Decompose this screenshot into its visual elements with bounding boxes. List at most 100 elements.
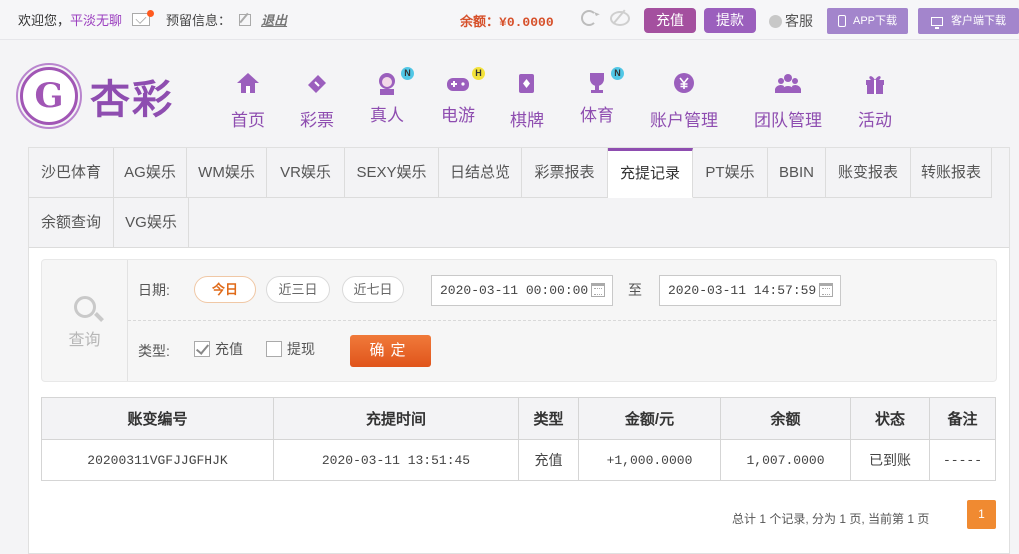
nav-label: 团队管理 bbox=[754, 111, 822, 130]
tab-bbin[interactable]: BBIN bbox=[768, 148, 826, 198]
nav-chess-cards[interactable]: 棋牌 bbox=[510, 71, 544, 131]
table-header-row: 账变编号 充提时间 类型 金额/元 余额 状态 备注 bbox=[41, 397, 996, 440]
nav-label: 真人 bbox=[370, 106, 404, 125]
search-icon bbox=[73, 296, 96, 318]
query-form: 查询 日期: 今日 近三日 近七日 2020-03-11 00:00:00 至 … bbox=[41, 259, 997, 382]
nav-sports[interactable]: N 体育 bbox=[580, 67, 624, 126]
page-button-current[interactable]: 1 bbox=[967, 500, 996, 529]
start-date-input[interactable]: 2020-03-11 00:00:00 bbox=[431, 275, 613, 306]
nav-promotions[interactable]: 活动 bbox=[858, 71, 892, 131]
col-balance[interactable]: 余额 bbox=[720, 397, 851, 440]
checkbox-checked[interactable] bbox=[194, 341, 210, 357]
col-time[interactable]: 充提时间 bbox=[273, 397, 519, 440]
cards-icon bbox=[519, 74, 534, 93]
nav-label: 体育 bbox=[580, 106, 614, 125]
nav-label: 活动 bbox=[858, 111, 892, 130]
tab-ag[interactable]: AG娱乐 bbox=[114, 148, 187, 198]
nav-label: 账户管理 bbox=[650, 111, 718, 130]
monitor-icon bbox=[931, 16, 943, 29]
col-status[interactable]: 状态 bbox=[850, 397, 930, 440]
lottery-ticket-icon bbox=[308, 75, 326, 93]
tab-balance-change-report[interactable]: 账变报表 bbox=[826, 148, 911, 198]
gamepad-icon bbox=[447, 78, 469, 91]
tab-saba-sports[interactable]: 沙巴体育 bbox=[29, 148, 114, 198]
cell-time: 2020-03-11 13:51:45 bbox=[273, 439, 519, 481]
account-yen-icon bbox=[674, 73, 694, 93]
app-download-button[interactable]: APP下载 bbox=[827, 8, 908, 34]
cell-balance: 1,007.0000 bbox=[720, 439, 851, 481]
query-side-label: 查询 bbox=[68, 332, 101, 349]
logo-text: 杏彩 bbox=[90, 78, 174, 122]
query-side: 查询 bbox=[42, 260, 128, 381]
type-withdraw-label: 提现 bbox=[287, 341, 315, 357]
col-amount[interactable]: 金额/元 bbox=[578, 397, 721, 440]
nav-team[interactable]: 团队管理 bbox=[754, 71, 822, 131]
range-7-days[interactable]: 近七日 bbox=[342, 276, 404, 303]
report-tabs: 沙巴体育 AG娱乐 WM娱乐 VR娱乐 SEXY娱乐 日结总览 彩票报表 充提记… bbox=[29, 148, 1009, 248]
logo-emblem: G bbox=[16, 63, 82, 129]
calendar-icon[interactable] bbox=[591, 283, 605, 297]
start-date-value: 2020-03-11 00:00:00 bbox=[440, 283, 589, 298]
withdraw-button[interactable]: 提款 bbox=[704, 8, 756, 33]
records-table: 账变编号 充提时间 类型 金额/元 余额 状态 备注 20200311VGFJJ… bbox=[41, 397, 996, 481]
username[interactable]: 平淡无聊 bbox=[70, 10, 122, 29]
tab-deposit-withdraw-records[interactable]: 充提记录 bbox=[608, 148, 693, 198]
new-badge: N bbox=[401, 67, 414, 80]
top-bar: 欢迎您， 平淡无聊 预留信息： 退出 余额：¥0.0000 充值 提款 客服 A… bbox=[0, 0, 1019, 40]
user-info: 欢迎您， 平淡无聊 预留信息： 退出 bbox=[18, 10, 287, 29]
hot-badge: H bbox=[472, 67, 485, 80]
tab-transfer-report[interactable]: 转账报表 bbox=[911, 148, 992, 198]
tab-vg[interactable]: VG娱乐 bbox=[114, 198, 189, 248]
customer-service-icon bbox=[769, 14, 782, 28]
gift-icon bbox=[866, 76, 884, 94]
home-icon bbox=[237, 73, 259, 93]
tab-balance-query[interactable]: 余额查询 bbox=[29, 198, 114, 248]
nav-live[interactable]: N 真人 bbox=[370, 67, 414, 126]
balance-value: ¥0.0000 bbox=[499, 15, 554, 30]
nav-account[interactable]: 账户管理 bbox=[650, 71, 718, 131]
confirm-button[interactable]: 确定 bbox=[350, 335, 431, 367]
refresh-icon[interactable] bbox=[581, 10, 597, 26]
tab-vr[interactable]: VR娱乐 bbox=[267, 148, 345, 198]
mail-icon[interactable] bbox=[132, 10, 155, 26]
end-date-input[interactable]: 2020-03-11 14:57:59 bbox=[659, 275, 841, 306]
type-withdraw-checkbox[interactable]: 提现 bbox=[266, 339, 315, 359]
cell-transaction-id: 20200311VGFJJGFHJK bbox=[41, 439, 274, 481]
tab-sexy[interactable]: SEXY娱乐 bbox=[345, 148, 439, 198]
tab-pt[interactable]: PT娱乐 bbox=[693, 148, 768, 198]
range-3-days[interactable]: 近三日 bbox=[266, 276, 330, 303]
recharge-button[interactable]: 充值 bbox=[644, 8, 696, 33]
logo[interactable]: G 杏彩 bbox=[16, 63, 174, 129]
logout-link[interactable]: 退出 bbox=[261, 10, 287, 29]
calendar-icon[interactable] bbox=[819, 283, 833, 297]
cell-status: 已到账 bbox=[850, 439, 930, 481]
range-today[interactable]: 今日 bbox=[194, 276, 256, 303]
nav-egames[interactable]: H 电游 bbox=[441, 67, 485, 126]
welcome-text: 欢迎您， bbox=[18, 13, 71, 28]
edit-icon[interactable] bbox=[239, 13, 252, 26]
customer-service-link[interactable]: 客服 bbox=[769, 11, 813, 31]
new-badge: N bbox=[611, 67, 624, 80]
gamepad-icon-wrap: H bbox=[445, 67, 485, 95]
team-icon bbox=[774, 74, 802, 93]
tab-daily-overview[interactable]: 日结总览 bbox=[439, 148, 522, 198]
warning-label: 预留信息： bbox=[166, 13, 232, 28]
tab-lottery-report[interactable]: 彩票报表 bbox=[522, 148, 608, 198]
type-recharge-checkbox[interactable]: 充值 bbox=[194, 339, 243, 359]
checkbox-unchecked[interactable] bbox=[266, 341, 282, 357]
unread-dot bbox=[147, 10, 155, 17]
col-type[interactable]: 类型 bbox=[518, 397, 579, 440]
client-download-label: 客户端下载 bbox=[951, 15, 1006, 27]
col-transaction-id[interactable]: 账变编号 bbox=[41, 397, 274, 440]
cell-remark: ----- bbox=[929, 439, 996, 481]
live-dealer-icon bbox=[379, 73, 395, 95]
tab-wm[interactable]: WM娱乐 bbox=[187, 148, 267, 198]
nav-home[interactable]: 首页 bbox=[231, 71, 265, 131]
col-remark[interactable]: 备注 bbox=[929, 397, 996, 440]
live-dealer-icon-wrap: N bbox=[374, 67, 414, 95]
logo-mark-letter: G bbox=[34, 76, 64, 116]
nav-label: 电游 bbox=[441, 106, 475, 125]
hide-balance-icon[interactable] bbox=[610, 11, 630, 26]
client-download-button[interactable]: 客户端下载 bbox=[918, 8, 1019, 34]
nav-lottery[interactable]: 彩票 bbox=[300, 71, 334, 131]
